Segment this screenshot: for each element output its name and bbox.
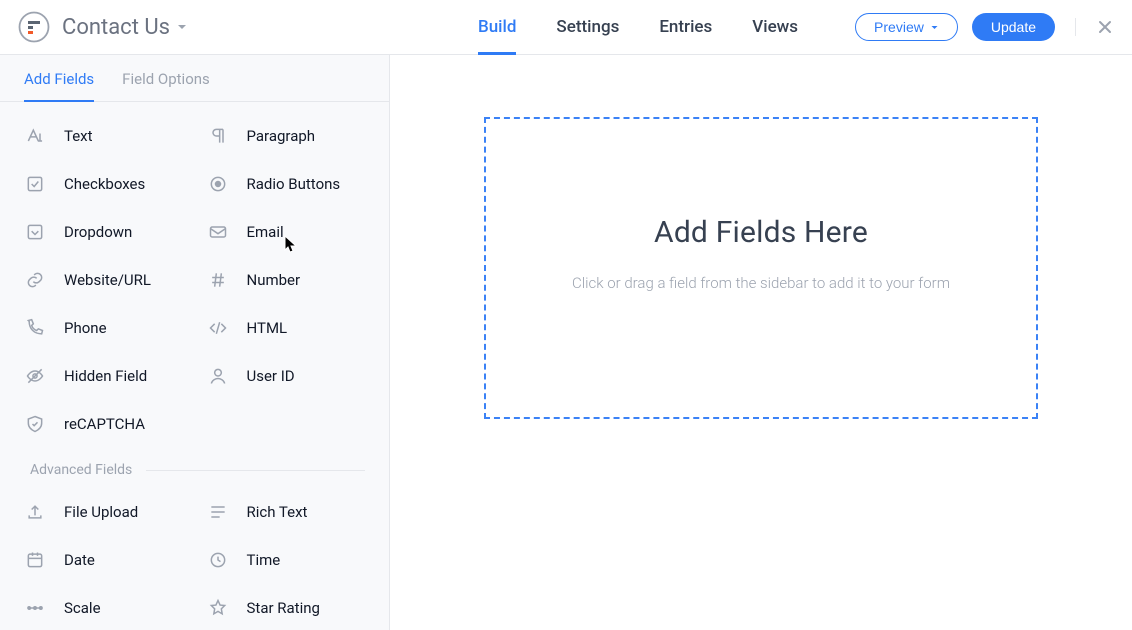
field-label: HTML bbox=[247, 319, 288, 337]
basic-fields: Text Paragraph Checkboxes Radio Buttons … bbox=[0, 102, 389, 448]
field-dropdown[interactable]: Dropdown bbox=[12, 208, 195, 256]
field-checkboxes[interactable]: Checkboxes bbox=[12, 160, 195, 208]
form-title-dropdown[interactable]: Contact Us bbox=[62, 15, 188, 40]
dropzone-subtitle: Click or drag a field from the sidebar t… bbox=[572, 274, 950, 292]
sidebar-tab-add-fields[interactable]: Add Fields bbox=[24, 70, 94, 102]
caret-down-icon bbox=[176, 21, 188, 33]
caret-down-icon bbox=[930, 23, 939, 32]
field-label: Time bbox=[247, 551, 281, 569]
field-label: Scale bbox=[64, 599, 101, 617]
field-label: Rich Text bbox=[247, 503, 308, 521]
field-time[interactable]: Time bbox=[195, 536, 378, 584]
scale-icon bbox=[24, 597, 46, 619]
field-label: Hidden Field bbox=[64, 367, 147, 385]
tab-views[interactable]: Views bbox=[752, 1, 798, 55]
field-label: Star Rating bbox=[247, 599, 320, 617]
update-label: Update bbox=[991, 20, 1036, 34]
dropdown-icon bbox=[24, 221, 46, 243]
form-title-text: Contact Us bbox=[62, 15, 170, 40]
field-label: File Upload bbox=[64, 503, 138, 521]
code-icon bbox=[207, 317, 229, 339]
body: Add Fields Field Options Text Paragraph … bbox=[0, 55, 1132, 630]
advanced-fields-label: Advanced Fields bbox=[30, 462, 132, 478]
hash-icon bbox=[207, 269, 229, 291]
tab-entries[interactable]: Entries bbox=[659, 1, 712, 55]
close-icon[interactable] bbox=[1096, 18, 1114, 36]
logo-area: Contact Us bbox=[18, 11, 188, 43]
sidebar-tab-field-options[interactable]: Field Options bbox=[122, 70, 210, 102]
field-star-rating[interactable]: Star Rating bbox=[195, 584, 378, 630]
advanced-fields-divider: Advanced Fields bbox=[0, 456, 389, 484]
field-file-upload[interactable]: File Upload bbox=[12, 488, 195, 536]
eye-off-icon bbox=[24, 365, 46, 387]
field-userid[interactable]: User ID bbox=[195, 352, 378, 400]
user-icon bbox=[207, 365, 229, 387]
field-url[interactable]: Website/URL bbox=[12, 256, 195, 304]
star-icon bbox=[207, 597, 229, 619]
app-logo-icon bbox=[18, 11, 50, 43]
checkbox-icon bbox=[24, 173, 46, 195]
dropzone[interactable]: Add Fields Here Click or drag a field fr… bbox=[484, 117, 1038, 419]
field-label: Email bbox=[247, 223, 284, 241]
radio-icon bbox=[207, 173, 229, 195]
field-label: Text bbox=[64, 127, 93, 145]
canvas: Add Fields Here Click or drag a field fr… bbox=[390, 55, 1132, 630]
field-text[interactable]: Text bbox=[12, 112, 195, 160]
tab-settings[interactable]: Settings bbox=[556, 1, 619, 55]
clock-icon bbox=[207, 549, 229, 571]
preview-button[interactable]: Preview bbox=[855, 13, 958, 41]
sidebar-tabs: Add Fields Field Options bbox=[0, 55, 389, 102]
field-email[interactable]: Email bbox=[195, 208, 378, 256]
text-icon bbox=[24, 125, 46, 147]
rich-text-icon bbox=[207, 501, 229, 523]
field-label: Dropdown bbox=[64, 223, 132, 241]
top-tabs: Build Settings Entries Views bbox=[478, 0, 798, 54]
tab-build[interactable]: Build bbox=[478, 1, 516, 55]
field-label: Website/URL bbox=[64, 271, 151, 289]
phone-icon bbox=[24, 317, 46, 339]
email-icon bbox=[207, 221, 229, 243]
field-label: reCAPTCHA bbox=[64, 415, 145, 433]
field-label: Radio Buttons bbox=[247, 175, 341, 193]
field-rich-text[interactable]: Rich Text bbox=[195, 488, 378, 536]
field-hidden[interactable]: Hidden Field bbox=[12, 352, 195, 400]
top-actions: Preview Update bbox=[855, 13, 1114, 41]
field-label: Date bbox=[64, 551, 95, 569]
field-date[interactable]: Date bbox=[12, 536, 195, 584]
field-radio-buttons[interactable]: Radio Buttons bbox=[195, 160, 378, 208]
sidebar: Add Fields Field Options Text Paragraph … bbox=[0, 55, 390, 630]
field-html[interactable]: HTML bbox=[195, 304, 378, 352]
field-label: User ID bbox=[247, 367, 295, 385]
advanced-fields: File Upload Rich Text Date Time Scale St… bbox=[0, 484, 389, 630]
field-label: Checkboxes bbox=[64, 175, 145, 193]
field-paragraph[interactable]: Paragraph bbox=[195, 112, 378, 160]
calendar-icon bbox=[24, 549, 46, 571]
field-label: Phone bbox=[64, 319, 107, 337]
field-phone[interactable]: Phone bbox=[12, 304, 195, 352]
link-icon bbox=[24, 269, 46, 291]
top-bar: Contact Us Build Settings Entries Views … bbox=[0, 0, 1132, 55]
upload-icon bbox=[24, 501, 46, 523]
preview-label: Preview bbox=[874, 20, 924, 34]
divider-line bbox=[146, 470, 365, 471]
close-area bbox=[1075, 18, 1114, 36]
field-number[interactable]: Number bbox=[195, 256, 378, 304]
shield-check-icon bbox=[24, 413, 46, 435]
update-button[interactable]: Update bbox=[972, 13, 1055, 41]
field-label: Paragraph bbox=[247, 127, 316, 145]
field-recaptcha[interactable]: reCAPTCHA bbox=[12, 400, 195, 448]
paragraph-icon bbox=[207, 125, 229, 147]
field-label: Number bbox=[247, 271, 301, 289]
field-scale[interactable]: Scale bbox=[12, 584, 195, 630]
dropzone-title: Add Fields Here bbox=[654, 215, 868, 250]
